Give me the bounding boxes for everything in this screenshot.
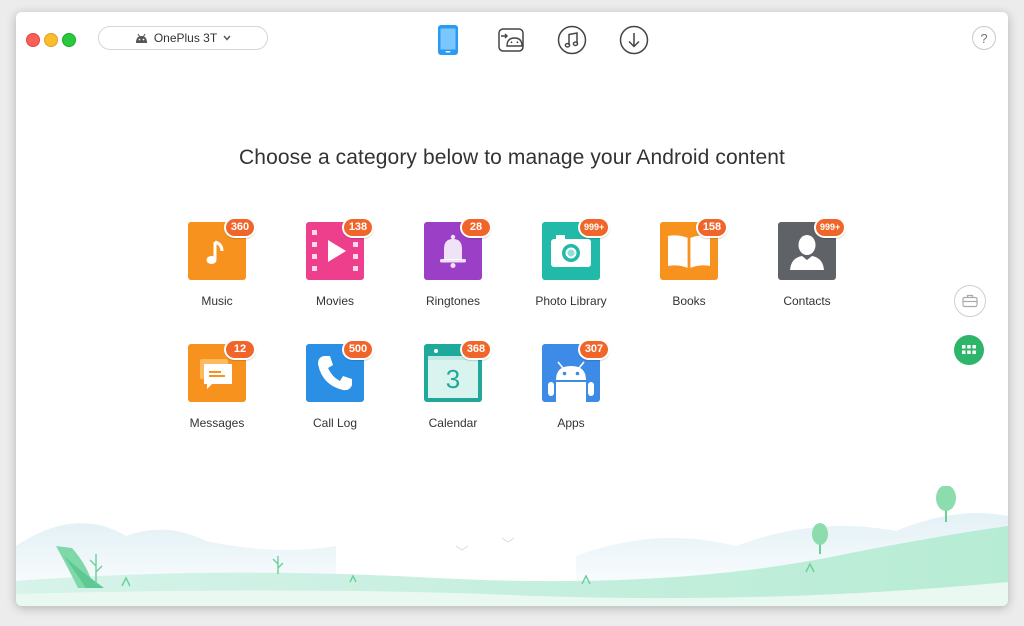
landscape-illustration — [16, 486, 1008, 606]
device-manager-tab[interactable] — [432, 24, 464, 56]
contacts-label: Contacts — [783, 294, 831, 308]
category-photo-library[interactable]: 999+ Photo Library — [516, 217, 626, 308]
app-window: OnePlus 3T ? Choose a category below to … — [16, 12, 1008, 606]
android-mover-tab[interactable] — [495, 24, 527, 56]
apps-label: Apps — [557, 416, 585, 430]
books-label: Books — [672, 294, 706, 308]
books-count-badge: 158 — [696, 217, 728, 238]
call-log-tile: 500 — [306, 339, 374, 402]
messages-count-badge: 12 — [224, 339, 256, 360]
calendar-tile: 3 368 — [424, 339, 492, 402]
call-log-count-badge: 500 — [342, 339, 374, 360]
apps-count-badge: 307 — [578, 339, 610, 360]
chevron-down-icon — [223, 35, 231, 41]
category-calendar[interactable]: 3 368 Calendar — [398, 339, 508, 430]
movies-tile: 138 — [306, 217, 374, 280]
movies-label: Movies — [315, 294, 354, 308]
category-books[interactable]: 158 Books — [634, 217, 744, 308]
category-apps[interactable]: 307 Apps — [516, 339, 626, 430]
maximize-window-button[interactable] — [62, 33, 76, 47]
messages-tile: 12 — [188, 339, 256, 402]
close-window-button[interactable] — [26, 33, 40, 47]
category-grid-button[interactable] — [954, 335, 984, 365]
ringtone-maker-tab[interactable] — [556, 24, 588, 56]
downloader-tab[interactable] — [618, 24, 650, 56]
toolbox-icon — [962, 294, 978, 308]
device-selector[interactable]: OnePlus 3T — [98, 26, 268, 50]
photo-library-count-badge: 999+ — [578, 217, 611, 238]
toolbox-button[interactable] — [954, 285, 986, 317]
device-name: OnePlus 3T — [153, 31, 218, 45]
category-call-log[interactable]: 500 Call Log — [280, 339, 390, 430]
ringtones-label: Ringtones — [425, 294, 481, 308]
music-label: Music — [201, 294, 233, 308]
contacts-tile: 999+ — [778, 217, 847, 280]
music-note-icon — [557, 25, 587, 55]
music-count-badge: 360 — [224, 217, 256, 238]
contacts-count-badge: 999+ — [814, 217, 847, 238]
ringtones-tile: 28 — [424, 217, 492, 280]
category-ringtones[interactable]: 28 Ringtones — [398, 217, 508, 308]
page-headline: Choose a category below to manage your A… — [239, 146, 785, 169]
category-messages[interactable]: 12 Messages — [162, 339, 272, 430]
category-contacts[interactable]: 999+ Contacts — [752, 217, 862, 308]
apps-tile: 307 — [542, 339, 610, 402]
minimize-window-button[interactable] — [44, 33, 58, 47]
category-movies[interactable]: 138 Movies — [280, 217, 390, 308]
calendar-count-badge: 368 — [460, 339, 492, 360]
messages-label: Messages — [189, 416, 245, 430]
phone-icon — [438, 25, 458, 55]
grid-icon — [962, 345, 976, 354]
music-tile: 360 — [188, 217, 256, 280]
photo-library-label: Photo Library — [535, 294, 607, 308]
android-icon — [135, 33, 147, 43]
calendar-day-number: 3 — [446, 364, 460, 394]
download-icon — [619, 25, 649, 55]
books-tile: 158 — [660, 217, 728, 280]
ringtones-count-badge: 28 — [460, 217, 492, 238]
call-log-label: Call Log — [312, 416, 358, 430]
category-music[interactable]: 360 Music — [162, 217, 272, 308]
movies-count-badge: 138 — [342, 217, 374, 238]
android-transfer-icon — [498, 28, 524, 52]
calendar-label: Calendar — [428, 416, 478, 430]
photo-library-tile: 999+ — [542, 217, 611, 280]
help-button[interactable]: ? — [972, 26, 996, 50]
